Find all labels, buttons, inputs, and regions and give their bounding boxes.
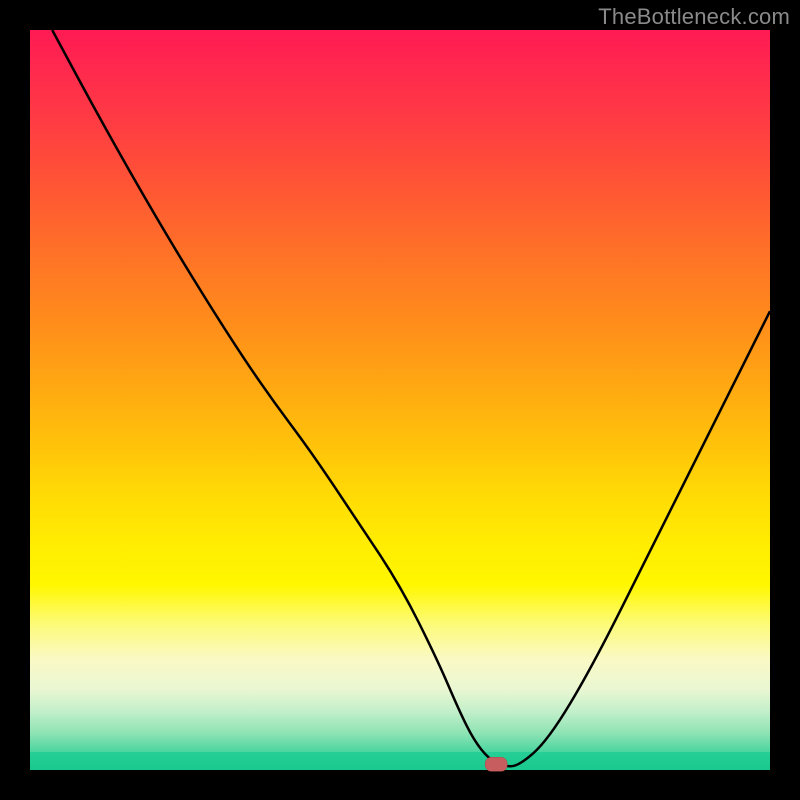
watermark-text: TheBottleneck.com — [598, 4, 790, 30]
plot-area — [30, 30, 770, 770]
chart-svg — [30, 30, 770, 770]
optimum-marker — [485, 757, 507, 771]
bottleneck-curve — [52, 30, 770, 766]
